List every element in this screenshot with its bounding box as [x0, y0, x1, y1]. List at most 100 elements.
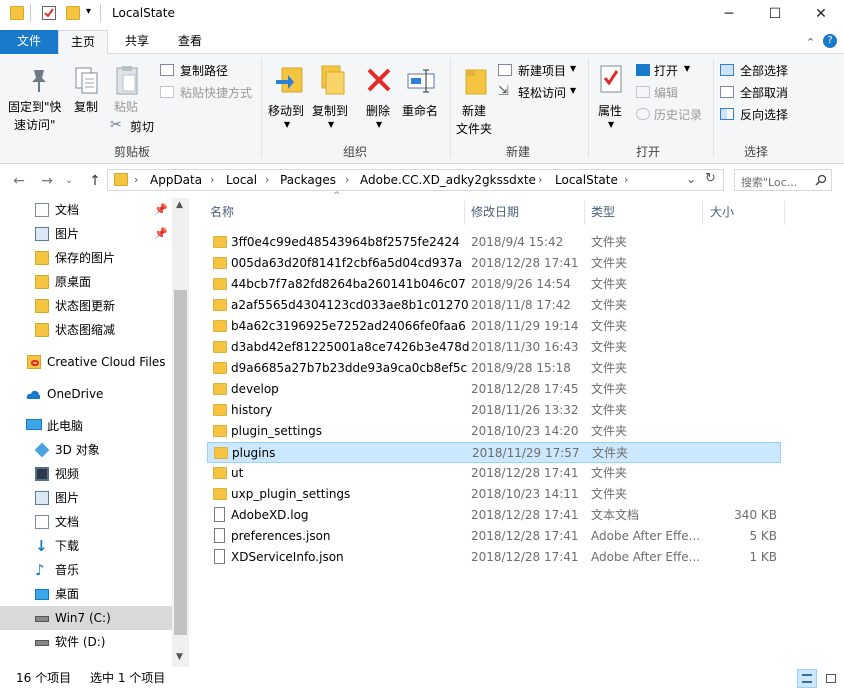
sidebar-item-documents[interactable]: 文档	[0, 510, 172, 534]
sidebar-item-pictures-pinned[interactable]: 图片 📌	[0, 222, 172, 246]
search-input[interactable]: 搜索"Loc...	[734, 169, 832, 191]
file-row[interactable]: AdobeXD.log 2018/12/28 17:41 文本文档 340 KB	[207, 505, 781, 526]
column-divider[interactable]	[464, 201, 465, 225]
folder-icon	[213, 383, 227, 395]
column-divider[interactable]	[784, 201, 785, 225]
breadcrumb-separator-icon[interactable]: ›	[210, 173, 214, 186]
refresh-icon[interactable]: ↻	[705, 171, 716, 186]
address-history-chevron-icon[interactable]: ⌄	[686, 172, 696, 186]
sidebar-item-downloads[interactable]: ↓ 下载	[0, 534, 172, 558]
breadcrumb-separator-icon[interactable]: ›	[624, 173, 628, 186]
copy-to-button[interactable]: 复制到 ▼	[310, 58, 350, 138]
forward-button[interactable]: →	[38, 172, 56, 190]
sidebar-item-this-pc[interactable]: 此电脑	[0, 414, 172, 438]
address-bar[interactable]: › AppData › Local › Packages › Adobe.CC.…	[107, 169, 724, 191]
sidebar-item-onedrive[interactable]: OneDrive	[0, 382, 172, 406]
paste-button[interactable]: 粘贴	[110, 58, 144, 118]
column-header-date[interactable]: 修改日期	[471, 197, 519, 227]
column-header-name[interactable]: 名称	[210, 197, 234, 227]
new-folder-button[interactable]: 新建 文件夹	[456, 58, 496, 138]
tab-file[interactable]: 文件	[0, 30, 58, 54]
column-divider[interactable]	[702, 201, 703, 225]
file-row[interactable]: develop 2018/12/28 17:45 文件夹	[207, 379, 781, 400]
select-none-button[interactable]: 全部取消	[720, 84, 800, 102]
file-row[interactable]: d9a6685a27b7b23dde93a9ca0cb8ef5c 2018/9/2…	[207, 358, 781, 379]
sidebar-item-documents-pinned[interactable]: 文档 📌	[0, 198, 172, 222]
invert-selection-button[interactable]: 反向选择	[720, 106, 800, 124]
breadcrumb-adobe-xd[interactable]: Adobe.CC.XD_adky2gkssdxte	[360, 173, 536, 187]
collapse-ribbon-icon[interactable]: ⌃	[806, 36, 815, 49]
sidebar-item-saved-pictures[interactable]: 保存的图片	[0, 246, 172, 270]
select-all-button[interactable]: 全部选择	[720, 62, 800, 80]
file-row[interactable]: b4a62c3196925e7252ad24066fe0faa6 2018/11/…	[207, 316, 781, 337]
file-row[interactable]: history 2018/11/26 13:32 文件夹	[207, 400, 781, 421]
sidebar-item-status-reduce[interactable]: 状态图缩减	[0, 318, 172, 342]
breadcrumb-separator-icon[interactable]: ›	[538, 173, 542, 186]
new-folder-quick-icon[interactable]	[66, 6, 80, 20]
file-row[interactable]: a2af5565d4304123cd033ae8b1c01270 2018/11/…	[207, 295, 781, 316]
file-row[interactable]: 3ff0e4c99ed48543964b8f2575fe2424 2018/9/4…	[207, 232, 781, 253]
breadcrumb-localstate[interactable]: LocalState	[555, 173, 618, 187]
tab-view[interactable]: 查看	[165, 30, 215, 54]
breadcrumb-separator-icon[interactable]: ›	[134, 173, 138, 186]
scroll-down-icon[interactable]: ▼	[176, 652, 183, 662]
easy-access-button[interactable]: ⇲ 轻松访问 ▼	[498, 84, 578, 102]
properties-button[interactable]: 属性 ▼	[594, 58, 628, 138]
large-icons-view-button[interactable]	[821, 669, 841, 688]
maximize-button[interactable]: ☐	[752, 0, 798, 28]
sidebar-item-desktop[interactable]: 桌面	[0, 582, 172, 606]
tab-share[interactable]: 共享	[112, 30, 162, 54]
copy-button[interactable]: 复制	[70, 58, 104, 118]
details-view-button[interactable]	[797, 669, 817, 688]
sidebar-item-pictures[interactable]: 图片	[0, 486, 172, 510]
delete-button[interactable]: 删除 ▼	[362, 58, 396, 138]
sidebar-item-videos[interactable]: 视频	[0, 462, 172, 486]
pin-icon[interactable]: 📌	[154, 222, 168, 246]
pin-quick-access-button[interactable]: 固定到"快 速访问"	[8, 58, 64, 138]
column-header-size[interactable]: 大小	[710, 197, 734, 227]
column-header-type[interactable]: 类型	[591, 197, 615, 227]
help-icon[interactable]: ?	[823, 34, 837, 48]
breadcrumb-local[interactable]: Local	[226, 173, 257, 187]
file-row[interactable]: preferences.json 2018/12/28 17:41 Adobe Af…	[207, 526, 781, 547]
file-size: 5 KB	[749, 529, 777, 543]
move-to-button[interactable]: 移动到 ▼	[268, 58, 308, 138]
file-row[interactable]: ut 2018/12/28 17:41 文件夹	[207, 463, 781, 484]
file-row[interactable]: d3abd42ef81225001a8ce7426b3e478d 2018/11/…	[207, 337, 781, 358]
file-row[interactable]: uxp_plugin_settings 2018/10/23 14:11 文件夹	[207, 484, 781, 505]
close-button[interactable]: ✕	[798, 0, 844, 28]
sidebar-item-3d-objects[interactable]: 3D 对象	[0, 438, 172, 462]
drive-icon	[35, 640, 49, 646]
file-row[interactable]: 005da63d20f8141f2cbf6a5d04cd937a 2018/12/…	[207, 253, 781, 274]
file-row[interactable]: plugins 2018/11/29 17:57 文件夹	[207, 442, 781, 463]
sidebar-item-drive-d[interactable]: 软件 (D:)	[0, 630, 172, 654]
column-divider[interactable]	[584, 201, 585, 225]
sidebar-item-drive-c[interactable]: Win7 (C:)	[0, 606, 172, 630]
sidebar-item-music[interactable]: ♪ 音乐	[0, 558, 172, 582]
recent-locations-chevron-icon[interactable]: ⌄	[60, 172, 78, 190]
sidebar-item-creative-cloud[interactable]: Creative Cloud Files	[0, 350, 172, 374]
history-button[interactable]: 历史记录	[636, 106, 716, 124]
up-button[interactable]: ↑	[86, 172, 104, 190]
back-button[interactable]: ←	[10, 172, 28, 190]
edit-button[interactable]: 编辑	[636, 84, 696, 102]
rename-button[interactable]: 重命名	[400, 58, 444, 118]
new-item-button[interactable]: 新建项目 ▼	[498, 62, 578, 80]
sidebar-item-old-desktop[interactable]: 原桌面	[0, 270, 172, 294]
breadcrumb-appdata[interactable]: AppData	[150, 173, 202, 187]
minimize-button[interactable]: ─	[706, 0, 752, 28]
pin-icon[interactable]: 📌	[154, 198, 168, 222]
customize-quick-access-chevron-icon[interactable]: ▾	[86, 6, 91, 17]
tab-home[interactable]: 主页	[58, 30, 108, 55]
file-row[interactable]: 44bcb7f7a82fd8264ba260141b046c07 2018/9/2…	[207, 274, 781, 295]
breadcrumb-separator-icon[interactable]: ›	[265, 173, 269, 186]
sidebar-scrollbar-thumb[interactable]	[174, 290, 187, 635]
open-button[interactable]: 打开 ▼	[636, 62, 696, 80]
file-row[interactable]: plugin_settings 2018/10/23 14:20 文件夹	[207, 421, 781, 442]
sidebar-item-status-update[interactable]: 状态图更新	[0, 294, 172, 318]
properties-quick-icon[interactable]	[42, 6, 56, 20]
breadcrumb-packages[interactable]: Packages	[280, 173, 336, 187]
file-row[interactable]: XDServiceInfo.json 2018/12/28 17:41 Adobe …	[207, 547, 781, 568]
breadcrumb-separator-icon[interactable]: ›	[345, 173, 349, 186]
scroll-up-icon[interactable]: ▲	[176, 200, 183, 210]
